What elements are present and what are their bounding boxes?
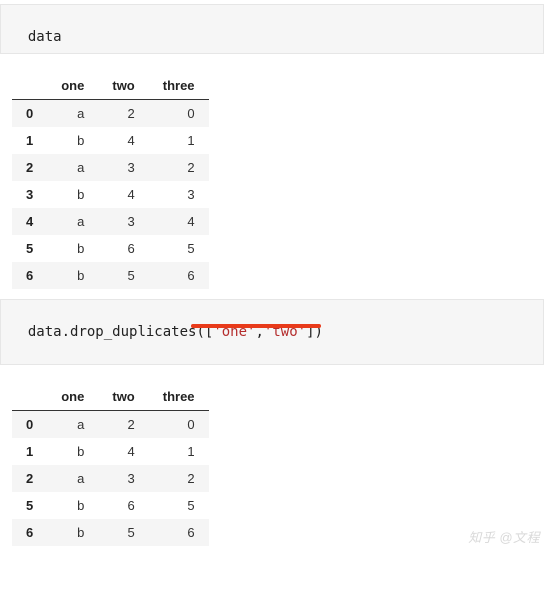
output-block-1: one two three 0a201b412a323b434a345b656b…	[0, 54, 550, 295]
row-index: 4	[12, 208, 47, 235]
row-index: 0	[12, 100, 47, 128]
col-header: two	[98, 383, 148, 411]
dataframe-table-2: one two three 0a201b412a325b656b56	[12, 383, 209, 546]
cell: b	[47, 235, 98, 262]
table-row: 1b41	[12, 127, 209, 154]
cell: 1	[149, 127, 209, 154]
cell: 5	[149, 492, 209, 519]
cell: 4	[98, 181, 148, 208]
table-row: 6b56	[12, 519, 209, 546]
cell: 0	[149, 100, 209, 128]
col-header: one	[47, 72, 98, 100]
table-row: 2a32	[12, 465, 209, 492]
table-row: 2a32	[12, 154, 209, 181]
table-row: 3b43	[12, 181, 209, 208]
cell: 3	[98, 465, 148, 492]
table-row: 5b65	[12, 235, 209, 262]
cell: b	[47, 438, 98, 465]
cell: 3	[98, 208, 148, 235]
row-index: 3	[12, 181, 47, 208]
row-index: 1	[12, 438, 47, 465]
code-method: drop_duplicates	[70, 324, 196, 340]
cell: 6	[98, 235, 148, 262]
cell: 2	[98, 411, 148, 439]
cell: 0	[149, 411, 209, 439]
code-cell-2: data.drop_duplicates(['one','two'])	[0, 299, 544, 365]
table-row: 5b65	[12, 492, 209, 519]
cell: 4	[149, 208, 209, 235]
table-row: 0a20	[12, 100, 209, 128]
table-row: 0a20	[12, 411, 209, 439]
row-index: 2	[12, 154, 47, 181]
cell: 5	[98, 262, 148, 289]
table-corner	[12, 72, 47, 100]
row-index: 2	[12, 465, 47, 492]
cell: 2	[98, 100, 148, 128]
cell: b	[47, 181, 98, 208]
code-text: data	[28, 29, 62, 45]
cell: 5	[149, 235, 209, 262]
cell: b	[47, 262, 98, 289]
cell: a	[47, 154, 98, 181]
row-index: 0	[12, 411, 47, 439]
cell: 1	[149, 438, 209, 465]
cell: a	[47, 411, 98, 439]
row-index: 5	[12, 492, 47, 519]
cell: 4	[98, 438, 148, 465]
cell: b	[47, 519, 98, 546]
table-corner	[12, 383, 47, 411]
cell: 3	[98, 154, 148, 181]
row-index: 6	[12, 262, 47, 289]
cell: 2	[149, 154, 209, 181]
row-index: 1	[12, 127, 47, 154]
dataframe-table-1: one two three 0a201b412a323b434a345b656b…	[12, 72, 209, 289]
cell: 3	[149, 181, 209, 208]
output-block-2: one two three 0a201b412a325b656b56	[0, 365, 550, 552]
code-var: data	[28, 324, 62, 340]
cell: a	[47, 465, 98, 492]
cell: 6	[98, 492, 148, 519]
cell: b	[47, 127, 98, 154]
cell: b	[47, 492, 98, 519]
cell: a	[47, 208, 98, 235]
table-row: 1b41	[12, 438, 209, 465]
cell: 6	[149, 519, 209, 546]
table-row: 4a34	[12, 208, 209, 235]
cell: 4	[98, 127, 148, 154]
col-header: three	[149, 72, 209, 100]
cell: a	[47, 100, 98, 128]
cell: 5	[98, 519, 148, 546]
cell: 6	[149, 262, 209, 289]
col-header: three	[149, 383, 209, 411]
col-header: two	[98, 72, 148, 100]
row-index: 5	[12, 235, 47, 262]
table-row: 6b56	[12, 262, 209, 289]
cell: 2	[149, 465, 209, 492]
col-header: one	[47, 383, 98, 411]
red-underline-annotation	[191, 324, 321, 328]
row-index: 6	[12, 519, 47, 546]
code-cell-1: data	[0, 4, 544, 54]
